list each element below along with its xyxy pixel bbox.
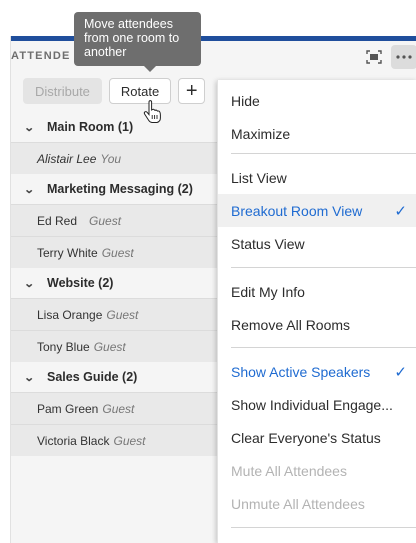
attendee-name: Tony Blue (37, 339, 90, 354)
attendee-name: Lisa Orange (37, 307, 103, 322)
attendee-row[interactable]: Victoria Black Guest (11, 424, 217, 456)
attendee-row[interactable]: Terry White Guest (11, 236, 217, 268)
rotate-tooltip: Move attendees from one room to another (74, 12, 201, 66)
more-options-menu: Hide Maximize List View Breakout Room Vi… (217, 80, 416, 543)
menu-item-breakout-room-view[interactable]: Breakout Room View ✓ (218, 194, 416, 227)
room-name: Sales Guide (2) (47, 370, 138, 384)
top-strip (0, 0, 416, 36)
attendee-row[interactable]: Ed Red Guest (11, 204, 217, 236)
menu-separator (231, 267, 416, 268)
attendee-row[interactable]: Lisa Orange Guest (11, 298, 217, 330)
menu-item-maximize[interactable]: Maximize (218, 117, 416, 150)
more-icon[interactable] (391, 45, 416, 69)
checkmark-icon: ✓ (394, 364, 407, 381)
menu-item-show-individual-engagement[interactable]: Show Individual Engage... (218, 388, 416, 421)
room-header[interactable]: ⌄ Marketing Messaging (2) (11, 174, 217, 204)
menu-separator (231, 347, 416, 348)
attendee-tag: Guest (89, 213, 122, 228)
panel-accent-bar (11, 36, 416, 41)
attendee-tag: Guest (113, 433, 146, 448)
menu-item-clear-everyones-status[interactable]: Clear Everyone's Status (218, 421, 416, 454)
room-header[interactable]: ⌄ Main Room (1) (11, 112, 217, 142)
menu-item-mute-all-attendees[interactable]: Mute All Attendees (218, 454, 416, 487)
attendee-row[interactable]: Alistair Lee You (11, 142, 217, 174)
add-room-button[interactable]: + (178, 78, 206, 104)
distribute-button[interactable]: Distribute (23, 78, 102, 104)
attendee-tag: Guest (102, 401, 135, 416)
attendee-tag: You (100, 151, 122, 166)
menu-separator (231, 153, 416, 154)
menu-item-remove-all-rooms[interactable]: Remove All Rooms (218, 308, 416, 341)
room-header[interactable]: ⌄ Website (2) (11, 268, 217, 298)
attendee-name: Alistair Lee (37, 151, 97, 166)
attendee-name: Terry White (37, 245, 98, 260)
attendee-tag: Guest (93, 339, 126, 354)
menu-separator (231, 527, 416, 528)
chevron-down-icon: ⌄ (23, 121, 35, 134)
menu-item-show-active-speakers[interactable]: Show Active Speakers ✓ (218, 355, 416, 388)
attendee-tag: Guest (101, 245, 134, 260)
room-name: Marketing Messaging (2) (47, 182, 193, 196)
chevron-down-icon: ⌄ (23, 371, 35, 384)
room-name: Main Room (1) (47, 120, 134, 134)
attendee-name: Pam Green (37, 401, 99, 416)
chevron-down-icon: ⌄ (23, 183, 35, 196)
menu-item-edit-my-info[interactable]: Edit My Info (218, 275, 416, 308)
action-button-row: Distribute Rotate + (23, 78, 206, 104)
menu-item-status-view[interactable]: Status View (218, 227, 416, 260)
menu-item-list-view[interactable]: List View (218, 161, 416, 194)
attendee-name: Victoria Black (37, 433, 110, 448)
attendee-tag: Guest (106, 307, 139, 322)
room-header[interactable]: ⌄ Sales Guide (2) (11, 362, 217, 392)
panel-title: ATTENDE (11, 50, 71, 62)
attendee-name: Ed Red (37, 213, 78, 228)
tooltip-pointer (144, 66, 156, 72)
attendee-row[interactable]: Tony Blue Guest (11, 330, 217, 362)
attendee-row[interactable]: Pam Green Guest (11, 392, 217, 424)
room-list: ⌄ Main Room (1) Alistair Lee You ⌄ Marke… (11, 112, 217, 456)
menu-item-unmute-all-attendees[interactable]: Unmute All Attendees (218, 487, 416, 520)
menu-item-hide[interactable]: Hide (218, 84, 416, 117)
fullscreen-icon[interactable] (361, 45, 387, 69)
room-name: Website (2) (47, 276, 114, 290)
chevron-down-icon: ⌄ (23, 277, 35, 290)
hand-cursor-icon (143, 100, 161, 123)
panel-header-icons (361, 45, 416, 69)
checkmark-icon: ✓ (394, 203, 407, 220)
